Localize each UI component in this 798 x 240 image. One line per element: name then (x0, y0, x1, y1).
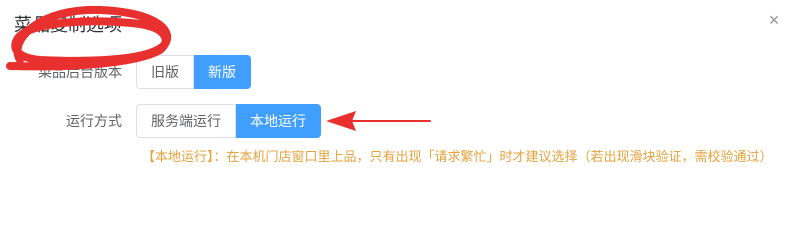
option-old-version[interactable]: 旧版 (136, 55, 194, 89)
mode-row: 运行方式 服务端运行 本地运行 (0, 104, 798, 138)
close-icon[interactable]: × (764, 10, 784, 30)
option-server-run[interactable]: 服务端运行 (136, 104, 236, 138)
dialog-title: 菜品复制选项 (14, 15, 122, 35)
copy-options-dialog: 菜品复制选项 × 菜品后台版本 旧版 新版 运行方式 服务端运行 本地运行 【本… (0, 0, 798, 216)
version-label: 菜品后台版本 (38, 64, 122, 80)
version-radio-group: 旧版 新版 (136, 55, 251, 89)
mode-label: 运行方式 (66, 113, 122, 129)
mode-radio-group: 服务端运行 本地运行 (136, 104, 321, 138)
local-run-note: 【本地运行】：在本机门店窗口里上品，只有出现「请求繁忙」时才建议选择（若出现滑块… (142, 149, 773, 164)
version-row: 菜品后台版本 旧版 新版 (0, 55, 798, 89)
option-new-version[interactable]: 新版 (194, 55, 251, 89)
option-local-run[interactable]: 本地运行 (236, 104, 321, 138)
